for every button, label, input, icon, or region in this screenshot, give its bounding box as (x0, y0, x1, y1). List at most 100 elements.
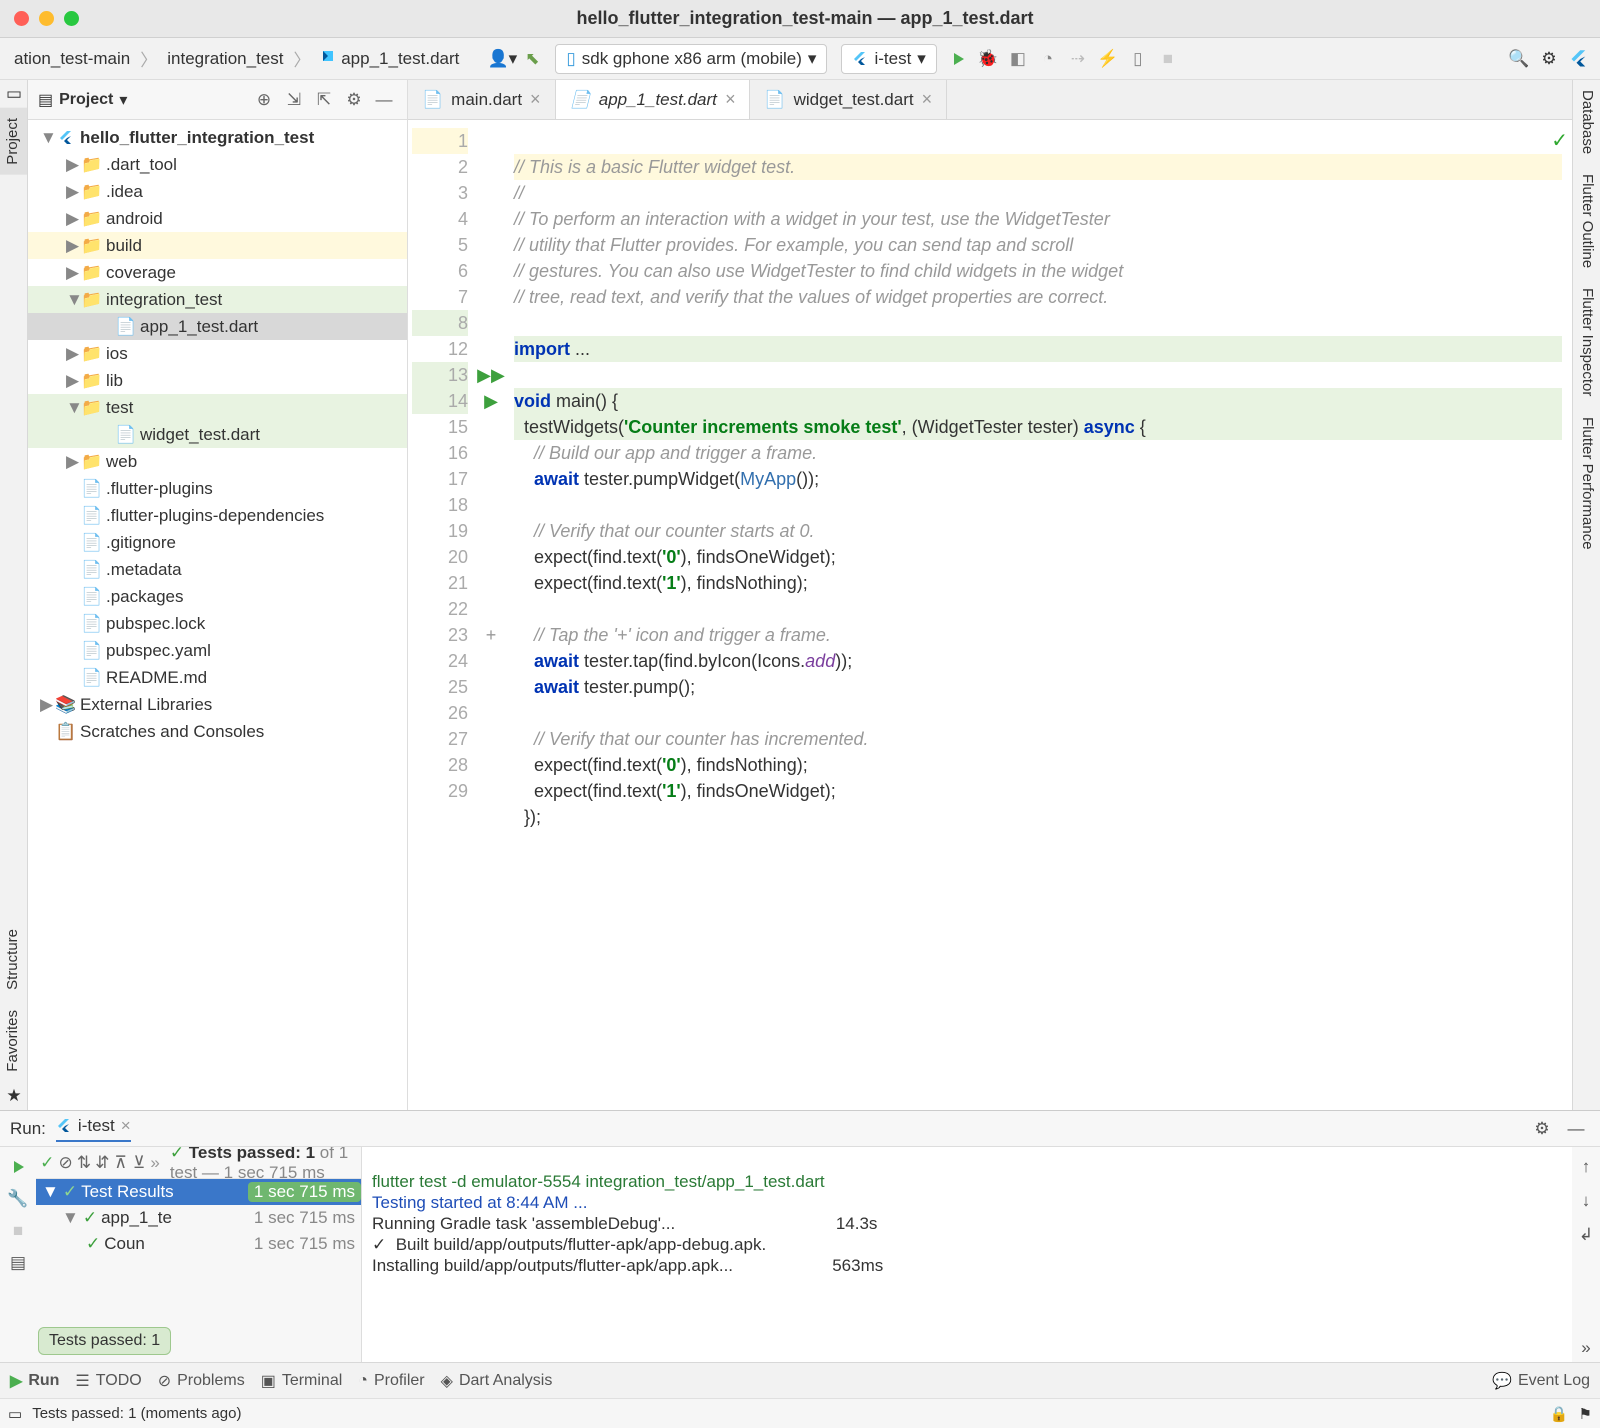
run-gutter-icon[interactable]: ▶▶ (478, 362, 504, 388)
left-rail-project[interactable]: Project (0, 108, 27, 175)
breadcrumb[interactable]: integration_test (159, 45, 291, 73)
rerun-button[interactable] (4, 1153, 32, 1181)
left-rail-favorites[interactable]: Favorites (0, 1000, 27, 1082)
tree-item[interactable]: 📋Scratches and Consoles (28, 718, 407, 745)
hide-icon[interactable]: — (371, 87, 397, 113)
up-arrow-icon[interactable]: ↑ (1572, 1153, 1600, 1181)
tab-app1test[interactable]: 📄app_1_test.dart× (556, 80, 751, 119)
stop-button[interactable]: ■ (1153, 45, 1183, 73)
tree-item[interactable]: 📄.flutter-plugins (28, 475, 407, 502)
breadcrumb[interactable]: ation_test-main (6, 45, 138, 73)
tree-item[interactable]: 📄.flutter-plugins-dependencies (28, 502, 407, 529)
show-ignored-icon[interactable]: ⊘ (58, 1150, 72, 1176)
sort-icon[interactable]: ⇅ (77, 1150, 91, 1176)
close-icon[interactable]: × (725, 89, 736, 110)
run-gutter-icon[interactable]: ▶ (478, 388, 504, 414)
right-rail-database[interactable]: Database (1573, 80, 1600, 164)
tree-item[interactable]: ▶📁ios (28, 340, 407, 367)
sort-icon[interactable]: ⇵ (95, 1150, 109, 1176)
lock-icon[interactable]: 🔒 (1550, 1405, 1569, 1423)
bottom-problems[interactable]: ⊘Problems (158, 1371, 245, 1391)
zoom-window[interactable] (64, 11, 79, 26)
test-results-item[interactable]: ▼✓ app_1_te 1 sec 715 ms (36, 1205, 361, 1231)
collapse-all-icon[interactable]: ⇱ (311, 87, 337, 113)
tree-item[interactable]: 📄widget_test.dart (28, 421, 407, 448)
devtools-button[interactable]: ▯ (1123, 45, 1153, 73)
tree-item[interactable]: ▶📁.dart_tool (28, 151, 407, 178)
collapse-icon[interactable]: ⊻ (132, 1150, 146, 1176)
tree-item[interactable]: 📄.metadata (28, 556, 407, 583)
show-passed-icon[interactable]: ✓ (40, 1150, 54, 1176)
tree-item[interactable]: 📄.packages (28, 583, 407, 610)
hide-icon[interactable]: — (1562, 1115, 1590, 1143)
test-console[interactable]: flutter test -d emulator-5554 integratio… (362, 1147, 1572, 1362)
tree-item[interactable]: 📄.gitignore (28, 529, 407, 556)
more-icon[interactable]: » (1572, 1334, 1600, 1362)
attach-button[interactable]: ⇢ (1063, 45, 1093, 73)
wrench-icon[interactable]: 🔧 (4, 1185, 32, 1213)
tree-item[interactable]: ▼📁integration_test (28, 286, 407, 313)
indexing-icon[interactable]: ⚑ (1579, 1405, 1592, 1423)
close-icon[interactable]: × (922, 89, 933, 110)
breadcrumb[interactable]: app_1_test.dart (312, 44, 467, 73)
tree-item[interactable]: ▼📁test (28, 394, 407, 421)
tree-item-selected[interactable]: 📄app_1_test.dart (28, 313, 407, 340)
right-rail-performance[interactable]: Flutter Performance (1573, 407, 1600, 560)
code-editor[interactable]: 1234567812131415161718192021222324252627… (408, 120, 1572, 1110)
tree-item[interactable]: 📄README.md (28, 664, 407, 691)
layout-icon[interactable]: ▤ (4, 1249, 32, 1277)
gear-icon[interactable]: ⚙ (341, 87, 367, 113)
back-arrow-icon[interactable]: ⬉ (517, 45, 547, 73)
tree-item[interactable]: ▶📁.idea (28, 178, 407, 205)
hot-reload-button[interactable]: ⚡ (1093, 45, 1123, 73)
flutter-logo-icon[interactable] (1564, 45, 1594, 73)
locate-icon[interactable]: ⊕ (251, 87, 277, 113)
bottom-terminal[interactable]: ▣Terminal (261, 1371, 343, 1391)
search-icon[interactable]: 🔍 (1504, 45, 1534, 73)
gear-icon[interactable]: ⚙ (1528, 1115, 1556, 1143)
analysis-ok-icon[interactable]: ✓ (1551, 128, 1568, 154)
debug-button[interactable]: 🐞 (973, 45, 1003, 73)
right-rail-outline[interactable]: Flutter Outline (1573, 164, 1600, 278)
tree-item[interactable]: 📄pubspec.yaml (28, 637, 407, 664)
gear-icon[interactable]: ⚙ (1534, 45, 1564, 73)
project-tree[interactable]: ▼hello_flutter_integration_test ▶📁.dart_… (28, 120, 407, 1110)
expand-icon[interactable]: ⊼ (114, 1150, 128, 1176)
tree-item[interactable]: ▶📁build (28, 232, 407, 259)
add-gutter-icon[interactable]: + (478, 622, 504, 648)
tree-item[interactable]: ▶📁web (28, 448, 407, 475)
bottom-event-log[interactable]: 💬Event Log (1492, 1371, 1590, 1391)
run-tab[interactable]: i-test × (56, 1116, 131, 1142)
left-rail-structure[interactable]: Structure (0, 919, 27, 1000)
bottom-dart-analysis[interactable]: ◈Dart Analysis (441, 1371, 553, 1391)
run-button[interactable] (943, 45, 973, 73)
down-arrow-icon[interactable]: ↓ (1572, 1187, 1600, 1215)
tree-root[interactable]: ▼hello_flutter_integration_test (28, 124, 407, 151)
test-results-item[interactable]: ✓ Coun 1 sec 715 ms (36, 1231, 361, 1257)
bottom-run[interactable]: ▶Run (10, 1371, 59, 1391)
close-icon[interactable]: × (530, 89, 541, 110)
right-rail-inspector[interactable]: Flutter Inspector (1573, 278, 1600, 406)
tree-item[interactable]: ▶📁lib (28, 367, 407, 394)
close-window[interactable] (14, 11, 29, 26)
status-icon[interactable]: ▭ (8, 1405, 22, 1423)
tree-item[interactable]: ▶📁android (28, 205, 407, 232)
close-icon[interactable]: × (121, 1116, 131, 1136)
coverage-button[interactable]: ◧ (1003, 45, 1033, 73)
bookmarks-icon[interactable]: ▭ (0, 80, 28, 108)
stop-icon[interactable]: ■ (4, 1217, 32, 1245)
tree-item[interactable]: 📄pubspec.lock (28, 610, 407, 637)
tab-main[interactable]: 📄main.dart× (408, 80, 556, 119)
tree-item[interactable]: ▶📚External Libraries (28, 691, 407, 718)
bottom-todo[interactable]: ☰TODO (75, 1371, 141, 1391)
run-config-selector[interactable]: i-test ▾ (841, 44, 936, 74)
chevron-down-icon[interactable]: ▾ (119, 90, 127, 110)
minimize-window[interactable] (39, 11, 54, 26)
profile-button[interactable]: ◔ (1033, 45, 1063, 73)
device-selector[interactable]: ▯ sdk gphone x86 arm (mobile) ▾ (555, 44, 827, 74)
soft-wrap-icon[interactable]: ↲ (1572, 1221, 1600, 1249)
tree-item[interactable]: ▶📁coverage (28, 259, 407, 286)
bottom-profiler[interactable]: ◔Profiler (358, 1372, 424, 1390)
users-icon[interactable]: 👤▾ (487, 45, 517, 73)
tab-widgettest[interactable]: 📄widget_test.dart× (750, 80, 947, 119)
